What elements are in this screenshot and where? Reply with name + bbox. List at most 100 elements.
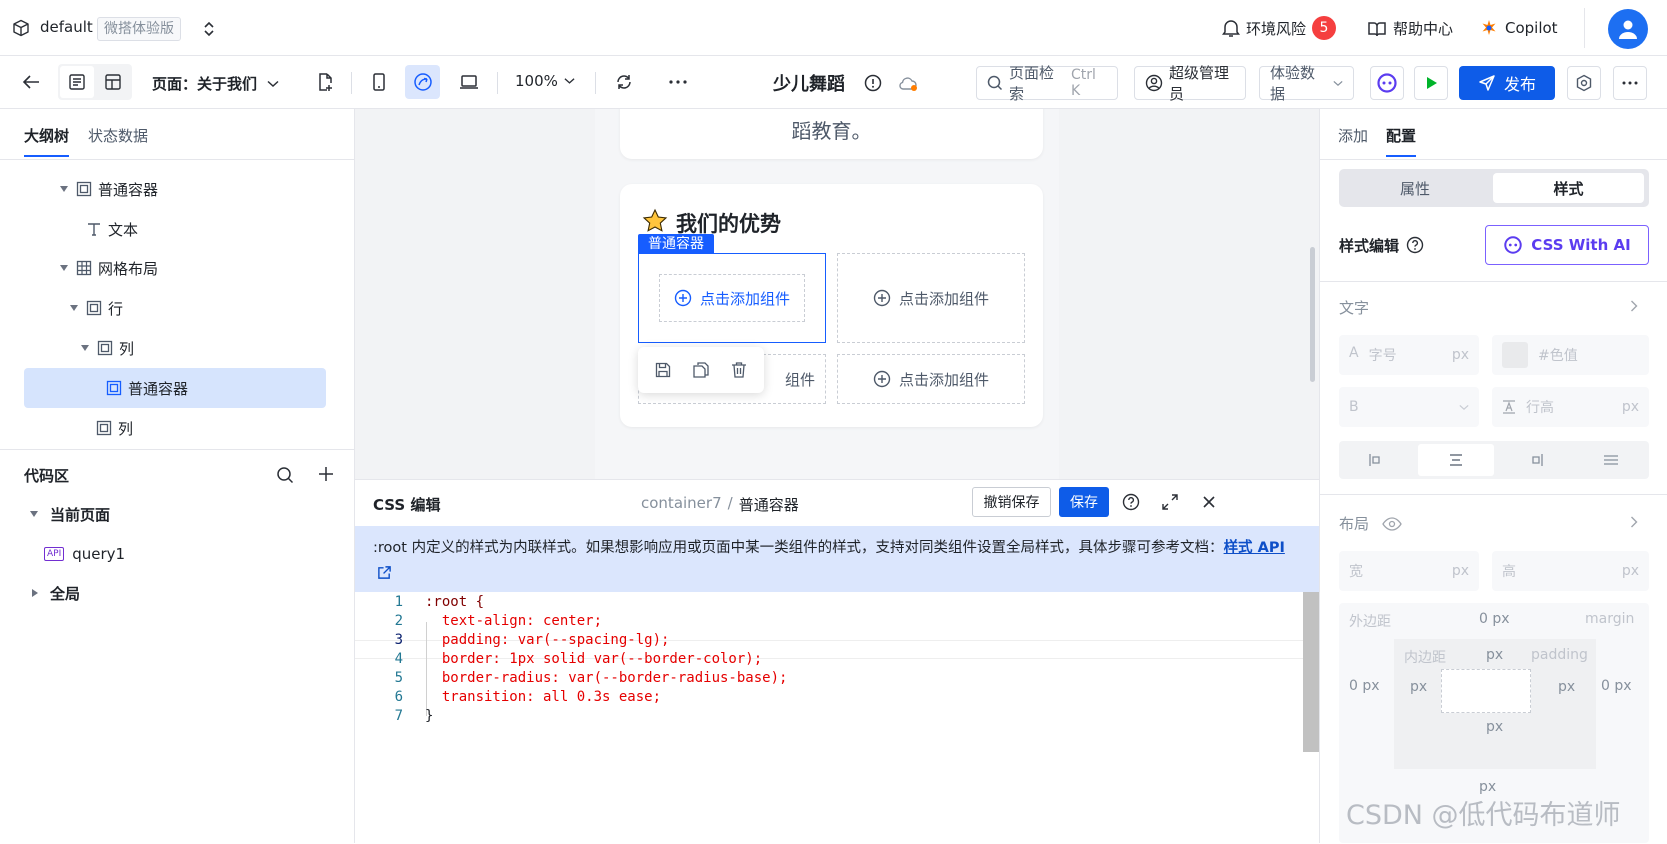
advantages-card[interactable]: 我们的优势 普通容器 点击添加组件 点击添加组件 组件 点击添加组件 (620, 184, 1043, 427)
font-color-input[interactable]: #色值 (1492, 335, 1649, 375)
help-icon[interactable] (1406, 236, 1424, 254)
font-size-input[interactable]: A 字号 px (1339, 335, 1479, 375)
height-input[interactable]: 高 px (1492, 551, 1649, 591)
save-button[interactable]: 保存 (1059, 487, 1109, 517)
code-editor[interactable]: 1:root { 2 text-align: center; 3 padding… (355, 592, 1319, 844)
mobile-preview-icon[interactable] (364, 65, 394, 99)
settings-icon[interactable] (1567, 66, 1601, 100)
align-right-icon[interactable] (1497, 441, 1573, 479)
publish-button[interactable]: 发布 (1459, 66, 1555, 100)
tab-config[interactable]: 配置 (1386, 125, 1416, 146)
tree-item-row[interactable]: 行 (70, 289, 123, 327)
eye-icon[interactable] (1382, 517, 1402, 531)
add-page-icon[interactable] (310, 65, 340, 99)
padding-right-value[interactable]: px (1558, 679, 1575, 695)
align-center-icon[interactable] (1418, 444, 1494, 476)
back-arrow-icon[interactable] (16, 65, 46, 99)
page-view-icon[interactable] (60, 66, 94, 98)
code-scrollbar[interactable] (1303, 592, 1319, 752)
add-component-placeholder[interactable]: 点击添加组件 (659, 274, 805, 322)
align-justify-icon[interactable] (1573, 441, 1649, 479)
align-left-icon[interactable] (1339, 441, 1415, 479)
revert-save-button[interactable]: 撤销保存 (972, 487, 1051, 517)
margin-top-value[interactable]: 0 px (1479, 611, 1510, 627)
add-component-placeholder[interactable]: 点击添加组件 (837, 253, 1025, 343)
external-link-icon[interactable] (377, 565, 392, 580)
ai-assistant-icon[interactable] (1370, 66, 1404, 100)
env-risk-button[interactable]: 环境风险 5 (1222, 16, 1337, 40)
caret-down-icon[interactable] (81, 345, 89, 351)
tree-item-text[interactable]: 文本 (86, 210, 138, 248)
tree-item-row[interactable]: 行 (86, 439, 123, 449)
code-current-page[interactable]: 当前页面 (30, 495, 110, 533)
margin-left-value[interactable]: 0 px (1349, 678, 1380, 694)
css-with-ai-button[interactable]: CSS With AI (1485, 225, 1649, 265)
zoom-value: 100% (515, 72, 558, 90)
segment-style[interactable]: 样式 (1493, 173, 1644, 203)
code-query-item[interactable]: API query1 (44, 535, 125, 573)
help-center-button[interactable]: 帮助中心 (1367, 18, 1453, 39)
more-options-icon[interactable] (1613, 66, 1647, 100)
canvas-scrollbar[interactable] (1310, 247, 1315, 382)
chevron-right-icon[interactable] (1630, 516, 1638, 528)
save-template-icon[interactable] (654, 361, 672, 379)
margin-right-value[interactable]: 0 px (1601, 678, 1632, 694)
padding-left-value[interactable]: px (1410, 679, 1427, 695)
chevron-right-icon[interactable] (1630, 300, 1638, 312)
selected-container[interactable]: 点击添加组件 (638, 253, 826, 343)
caret-down-icon[interactable] (30, 511, 38, 517)
add-icon[interactable] (318, 466, 334, 482)
zoom-selector[interactable]: 100% (515, 72, 575, 90)
close-icon[interactable] (1201, 494, 1217, 510)
copilot-button[interactable]: Copilot (1479, 18, 1558, 38)
preview-run-icon[interactable] (1414, 66, 1448, 100)
tab-outline[interactable]: 大纲树 (24, 125, 69, 146)
copy-icon[interactable] (692, 361, 710, 379)
switch-workspace-icon[interactable] (203, 20, 215, 38)
desktop-preview-icon[interactable] (452, 65, 486, 99)
layout-view-icon[interactable] (96, 66, 130, 98)
add-circle-icon (873, 289, 891, 307)
text-section-label[interactable]: 文字 (1339, 297, 1369, 318)
style-api-link[interactable]: 样式 API (1224, 540, 1285, 556)
help-icon[interactable] (1122, 493, 1140, 511)
search-icon[interactable] (276, 466, 294, 484)
tab-add[interactable]: 添加 (1338, 125, 1368, 146)
intro-card[interactable]: 蹈教育。 (620, 109, 1043, 159)
more-icon[interactable] (663, 65, 693, 99)
layout-section-label[interactable]: 布局 (1339, 513, 1369, 534)
tab-state-data[interactable]: 状态数据 (88, 125, 148, 146)
width-input[interactable]: 宽 px (1339, 551, 1479, 591)
line-height-input[interactable]: 行高 px (1492, 387, 1649, 427)
refresh-icon[interactable] (609, 65, 639, 99)
padding-bottom-value[interactable]: px (1486, 719, 1503, 735)
padding-top-value[interactable]: px (1486, 647, 1503, 663)
tree-item-column[interactable]: 列 (81, 329, 134, 367)
data-source-selector[interactable]: 体验数据 (1259, 64, 1354, 103)
container-icon (106, 380, 122, 396)
caret-down-icon[interactable] (60, 186, 68, 192)
user-avatar[interactable] (1608, 9, 1648, 49)
responsive-preview-icon[interactable] (405, 65, 440, 99)
breadcrumb-parent[interactable]: container7 (641, 494, 722, 515)
caret-down-icon[interactable] (60, 265, 68, 271)
tree-item-container[interactable]: 普通容器 (60, 170, 158, 208)
code-global[interactable]: 全局 (32, 574, 80, 612)
info-icon[interactable] (864, 74, 882, 92)
selected-component-tag[interactable]: 普通容器 (638, 234, 714, 254)
workspace-name[interactable]: default (40, 18, 93, 36)
page-selector[interactable]: 页面：关于我们 (152, 73, 279, 94)
color-swatch[interactable] (1502, 342, 1528, 368)
add-component-placeholder[interactable]: 点击添加组件 (837, 354, 1025, 404)
font-weight-select[interactable]: B (1339, 387, 1479, 427)
page-search-input[interactable]: 页面检索 Ctrl K (976, 64, 1118, 103)
tree-item-grid[interactable]: 网格布局 (60, 249, 158, 287)
caret-right-icon[interactable] (32, 589, 38, 597)
caret-down-icon[interactable] (70, 305, 78, 311)
admin-role-button[interactable]: 超级管理员 (1134, 64, 1246, 103)
delete-icon[interactable] (730, 361, 748, 379)
expand-icon[interactable] (1161, 493, 1179, 511)
segment-properties[interactable]: 属性 (1339, 169, 1491, 207)
tree-item-container-selected[interactable]: 普通容器 (106, 369, 188, 407)
padding-label: 内边距 (1404, 650, 1446, 666)
